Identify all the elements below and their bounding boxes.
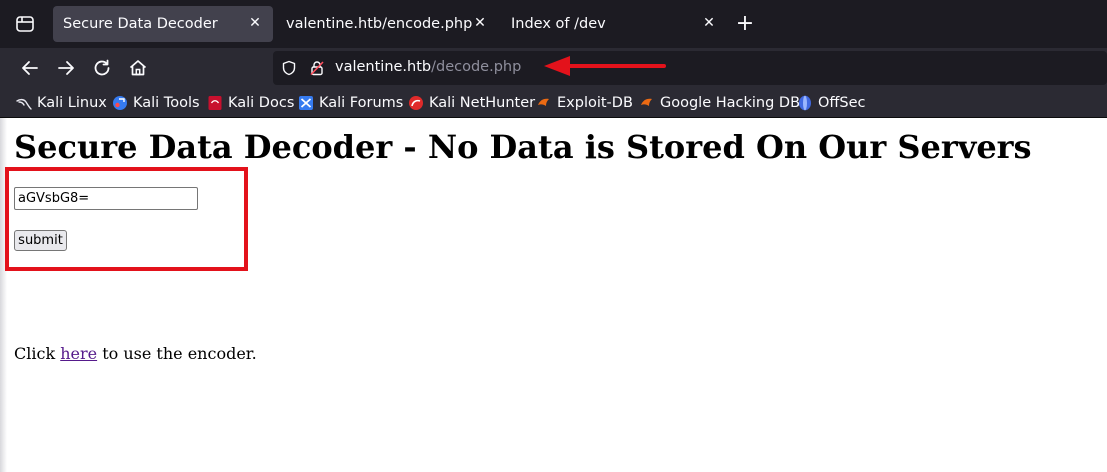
bookmark-kali-docs[interactable]: Kali Docs: [207, 94, 294, 112]
ghdb-icon: [641, 98, 652, 106]
bookmark-kali-linux[interactable]: Kali Linux: [16, 94, 107, 112]
offsec-icon: [799, 95, 811, 111]
tab-title: valentine.htb/encode.php: [286, 16, 473, 32]
bookmark-kali-nethunter[interactable]: Kali NetHunter: [408, 94, 535, 112]
encoder-link[interactable]: here: [60, 344, 97, 363]
bookmarks-toolbar: Kali Linux Kali Tools Kali Docs Kali For…: [0, 88, 1107, 118]
tab-title: Index of /dev: [511, 16, 606, 32]
address-bar[interactable]: valentine.htb/decode.php: [273, 51, 1107, 85]
tab-title: Secure Data Decoder: [63, 16, 218, 32]
tab-strip: Secure Data Decoder ✕ valentine.htb/enco…: [0, 0, 1107, 48]
page-title: Secure Data Decoder - No Data is Stored …: [14, 128, 1032, 166]
back-arrow-icon[interactable]: [18, 56, 42, 80]
annotation-highlight-box: [5, 167, 248, 271]
footer-text-after: to use the encoder.: [97, 344, 257, 363]
bookmark-label: Kali Docs: [228, 95, 295, 111]
close-icon[interactable]: ✕: [247, 15, 263, 31]
bookmark-label: Exploit-DB: [557, 95, 633, 111]
tracking-protection-shield-icon[interactable]: [281, 60, 297, 76]
reload-icon[interactable]: [90, 56, 114, 80]
kali-docs-icon: [208, 96, 222, 110]
kali-dragon-icon: [16, 98, 32, 110]
bookmark-kali-forums[interactable]: Kali Forums: [298, 94, 403, 112]
tab-secure-data-decoder[interactable]: Secure Data Decoder ✕: [53, 6, 273, 42]
tab-list-icon[interactable]: [14, 14, 36, 34]
url-text[interactable]: valentine.htb/decode.php: [335, 59, 521, 75]
page-content: Secure Data Decoder - No Data is Stored …: [0, 118, 1107, 472]
tab-encode[interactable]: valentine.htb/encode.php ✕: [276, 6, 498, 42]
insecure-lock-icon[interactable]: [309, 60, 325, 76]
footer-text-before: Click: [14, 344, 61, 363]
bookmark-label: Google Hacking DB: [660, 95, 801, 111]
close-icon[interactable]: ✕: [701, 15, 717, 31]
bookmark-google-hacking-db[interactable]: Google Hacking DB: [639, 94, 800, 112]
nethunter-icon: [409, 96, 423, 110]
bookmark-exploit-db[interactable]: Exploit-DB: [536, 94, 633, 112]
annotation-arrow: [544, 56, 666, 76]
bookmark-label: Kali Linux: [37, 95, 107, 111]
encoder-link-line: Click here to use the encoder.: [14, 344, 257, 363]
url-path: /decode.php: [431, 59, 522, 75]
bookmark-label: Kali NetHunter: [429, 95, 536, 111]
exploit-db-icon: [538, 98, 549, 106]
home-icon[interactable]: [126, 56, 150, 80]
bookmark-label: Kali Tools: [133, 95, 200, 111]
forward-arrow-icon[interactable]: [54, 56, 78, 80]
tab-index-of-dev[interactable]: Index of /dev ✕: [501, 6, 727, 42]
url-host: valentine.htb: [335, 59, 432, 75]
kali-forums-icon: [299, 96, 313, 110]
bookmark-label: Kali Forums: [319, 95, 404, 111]
bookmark-label: OffSec: [818, 95, 866, 111]
bookmark-kali-tools[interactable]: Kali Tools: [112, 94, 200, 112]
close-icon[interactable]: ✕: [472, 15, 488, 31]
new-tab-button[interactable]: +: [735, 13, 755, 35]
bookmark-offsec[interactable]: OffSec: [797, 94, 866, 112]
kali-tools-icon: [113, 96, 127, 110]
